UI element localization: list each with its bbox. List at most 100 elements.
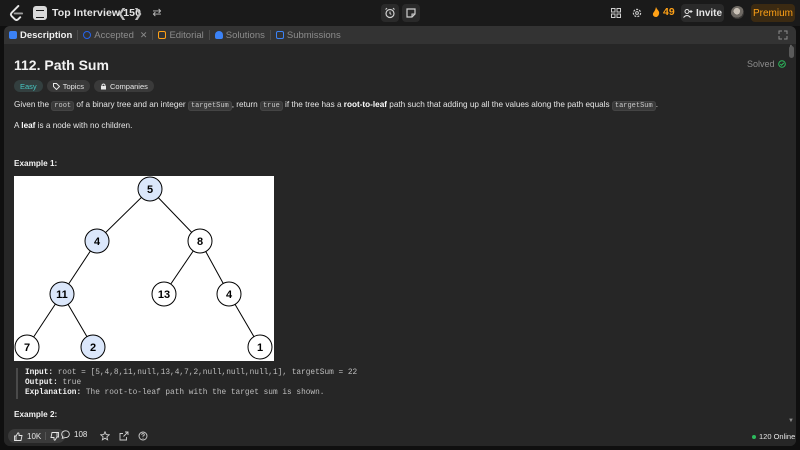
timer-button[interactable] — [381, 4, 399, 22]
streak-counter[interactable]: 49 — [652, 6, 675, 18]
thumbs-up-icon[interactable] — [14, 431, 23, 441]
desc-bold: leaf — [21, 121, 36, 130]
help-icon[interactable] — [138, 431, 148, 441]
tree-node-label: 1 — [257, 342, 263, 354]
tab-label: Editorial — [169, 29, 204, 41]
scroll-down-icon[interactable]: ▼ — [788, 418, 794, 424]
companies-label: Companies — [109, 81, 148, 91]
desc-text: path such that adding up all the values … — [387, 100, 612, 109]
note-icon — [406, 8, 416, 18]
tab-bar: Description Accepted ✕ Editorial Solutio… — [4, 26, 796, 44]
thumbs-down-icon[interactable] — [50, 431, 60, 441]
tab-label: Description — [20, 29, 73, 41]
companies-badge[interactable]: Companies — [93, 80, 154, 92]
solved-label: Solved — [747, 59, 775, 69]
editorial-icon — [158, 31, 167, 39]
like-dislike-group: 10K — [8, 429, 66, 443]
accepted-icon — [83, 31, 92, 39]
tree-node-n13: 13 — [151, 281, 177, 307]
top-navbar: Top Interview 150 ❮ ❯ ⇄ 49 Invite Premiu… — [0, 0, 800, 26]
scrollbar[interactable] — [789, 46, 794, 416]
panel-footer: 10K 108 120 Online — [4, 426, 796, 446]
desc-text: is a node with no children. — [35, 121, 133, 130]
tree-node-n5: 5 — [137, 176, 163, 202]
badge-row: Easy Topics Companies — [14, 80, 154, 92]
example-1-block: Input: root = [5,4,8,11,null,13,4,7,2,nu… — [16, 368, 357, 399]
tree-node-label: 11 — [56, 289, 68, 301]
tab-solutions[interactable]: Solutions — [210, 26, 270, 44]
next-problem-icon[interactable]: ❯ — [130, 5, 146, 21]
input-value: root = [5,4,8,11,null,13,4,7,2,null,null… — [53, 369, 358, 377]
solved-status: Solved — [747, 59, 786, 69]
notes-button[interactable] — [402, 4, 420, 22]
comments-button[interactable]: 108 — [61, 430, 87, 439]
problem-title: 112. Path Sum — [14, 57, 109, 73]
tree-node-label: 4 — [94, 236, 101, 248]
share-icon[interactable] — [119, 431, 129, 441]
tab-submissions[interactable]: Submissions — [271, 26, 346, 44]
invite-label: Invite — [695, 7, 723, 19]
problem-description: Given the root of a binary tree and an i… — [14, 100, 658, 111]
tab-editorial[interactable]: Editorial — [153, 26, 208, 44]
scrollbar-thumb[interactable] — [789, 46, 794, 58]
tree-node-label: 5 — [147, 184, 153, 196]
close-icon[interactable]: ✕ — [140, 30, 148, 41]
tab-description[interactable]: Description — [4, 26, 77, 44]
tab-label: Submissions — [286, 29, 341, 41]
tree-edges — [26, 188, 261, 348]
online-count: 120 Online — [759, 432, 796, 441]
tree-node-n1: 1 — [247, 334, 273, 360]
inline-code: targetSum — [611, 101, 656, 111]
tree-node-n4a: 4 — [84, 228, 110, 254]
gear-icon[interactable] — [631, 7, 643, 19]
topics-badge[interactable]: Topics — [46, 80, 90, 92]
fire-icon — [652, 7, 660, 17]
expand-icon[interactable] — [778, 30, 788, 40]
desc-text: Given the — [14, 100, 52, 109]
check-circle-icon — [777, 60, 786, 68]
prev-problem-icon[interactable]: ❮ — [114, 5, 130, 21]
explanation-label: Explanation: — [25, 389, 82, 398]
description-icon — [9, 31, 17, 39]
inline-code: targetSum — [187, 101, 232, 111]
desc-text: . — [655, 100, 658, 109]
online-dot-icon — [752, 434, 756, 439]
tree-node-label: 4 — [226, 289, 233, 301]
tab-accepted[interactable]: Accepted ✕ — [78, 26, 152, 44]
tree-node-n11: 11 — [49, 281, 75, 307]
solutions-icon — [214, 31, 223, 39]
example-2-label: Example 2: — [14, 410, 58, 419]
input-label: Input: — [25, 369, 54, 377]
invite-button[interactable]: Invite — [681, 4, 724, 22]
tree-node-label: 13 — [158, 289, 170, 301]
comment-icon — [61, 430, 70, 439]
topics-label: Topics — [62, 81, 84, 91]
output-label: Output: — [25, 379, 58, 388]
submissions-icon — [275, 31, 284, 39]
comment-count: 108 — [74, 430, 88, 439]
tree-node-label: 7 — [24, 342, 30, 354]
online-status: 120 Online — [752, 432, 795, 441]
leaf-definition: A leaf is a node with no children. — [14, 121, 132, 130]
premium-button[interactable]: Premium — [751, 4, 795, 22]
explanation-value: The root-to-leaf path with the target su… — [81, 389, 325, 398]
desc-bold: root-to-leaf — [343, 100, 387, 109]
tree-nodes: 5 4 8 11 13 4 7 2 1 — [14, 176, 273, 360]
tag-icon — [52, 82, 60, 90]
problem-list-icon[interactable] — [33, 6, 47, 20]
like-count: 10K — [27, 431, 42, 441]
tab-label: Solutions — [225, 29, 265, 41]
add-user-icon — [683, 8, 693, 18]
layout-grid-icon[interactable] — [611, 8, 621, 18]
tree-node-label: 2 — [90, 342, 96, 354]
tree-node-n7: 7 — [14, 334, 40, 360]
desc-text: of a binary tree and an integer — [74, 100, 188, 109]
desc-text: , return — [231, 100, 260, 109]
leetcode-logo-icon[interactable] — [9, 5, 24, 21]
output-value: true — [57, 379, 82, 388]
star-icon[interactable] — [100, 431, 110, 441]
shuffle-icon[interactable]: ⇄ — [149, 5, 165, 21]
alarm-clock-icon — [385, 7, 395, 19]
avatar[interactable] — [731, 6, 744, 19]
difficulty-badge: Easy — [14, 80, 43, 92]
